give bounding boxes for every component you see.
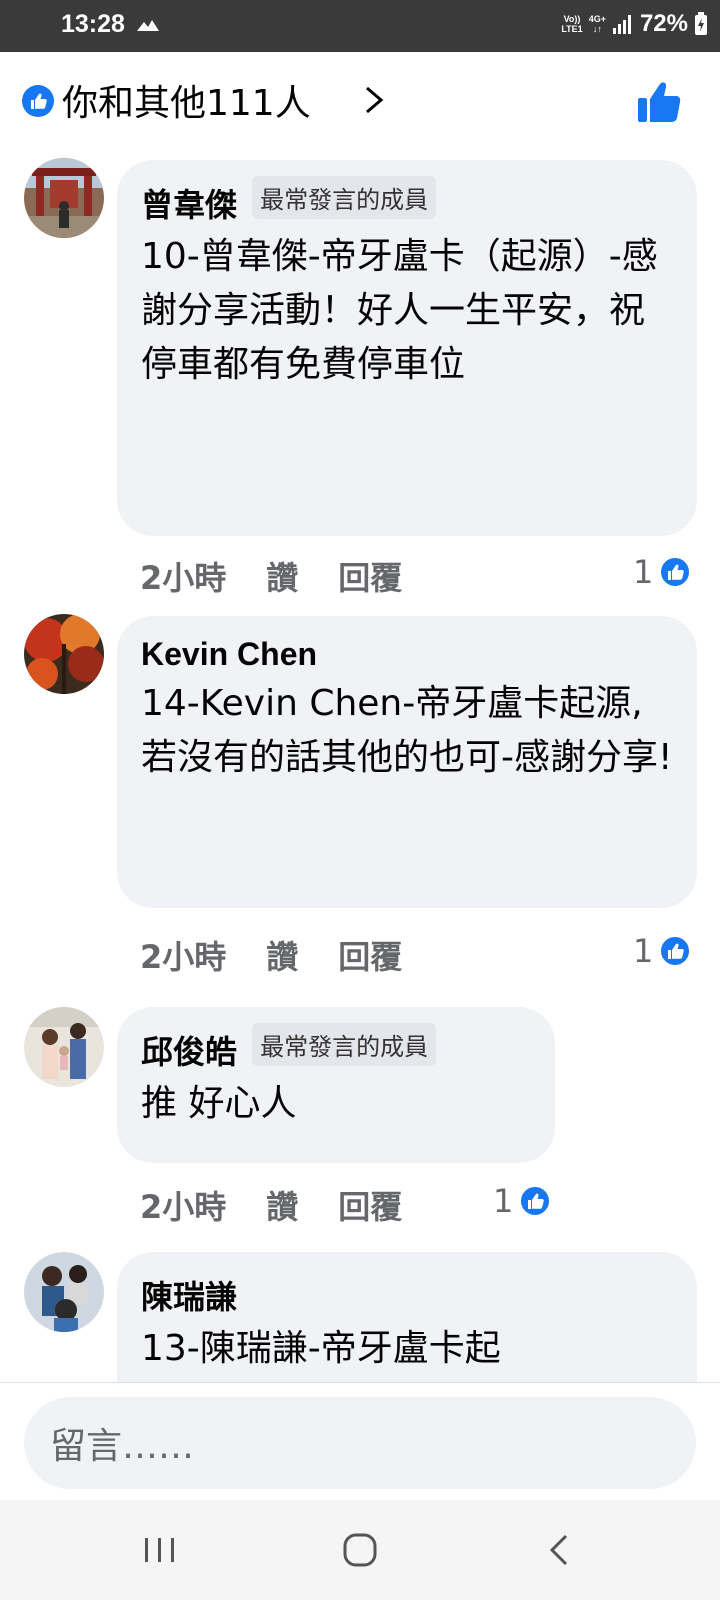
comment-composer: 留言…… [0,1382,720,1500]
comment-4: 陳瑞謙 13-陳瑞謙-帝牙盧卡起 [0,0,720,1382]
system-nav-bar [0,1500,720,1600]
comment-bubble[interactable]: 陳瑞謙 13-陳瑞謙-帝牙盧卡起 [117,1252,697,1382]
home-icon[interactable] [340,1530,380,1570]
avatar[interactable] [24,1252,104,1332]
back-icon[interactable] [540,1530,580,1570]
comment-author[interactable]: 陳瑞謙 [141,1272,237,1318]
comment-text: 13-陳瑞謙-帝牙盧卡起 [141,1328,501,1369]
comment-input[interactable]: 留言…… [24,1397,696,1489]
recent-apps-icon[interactable] [140,1530,180,1570]
